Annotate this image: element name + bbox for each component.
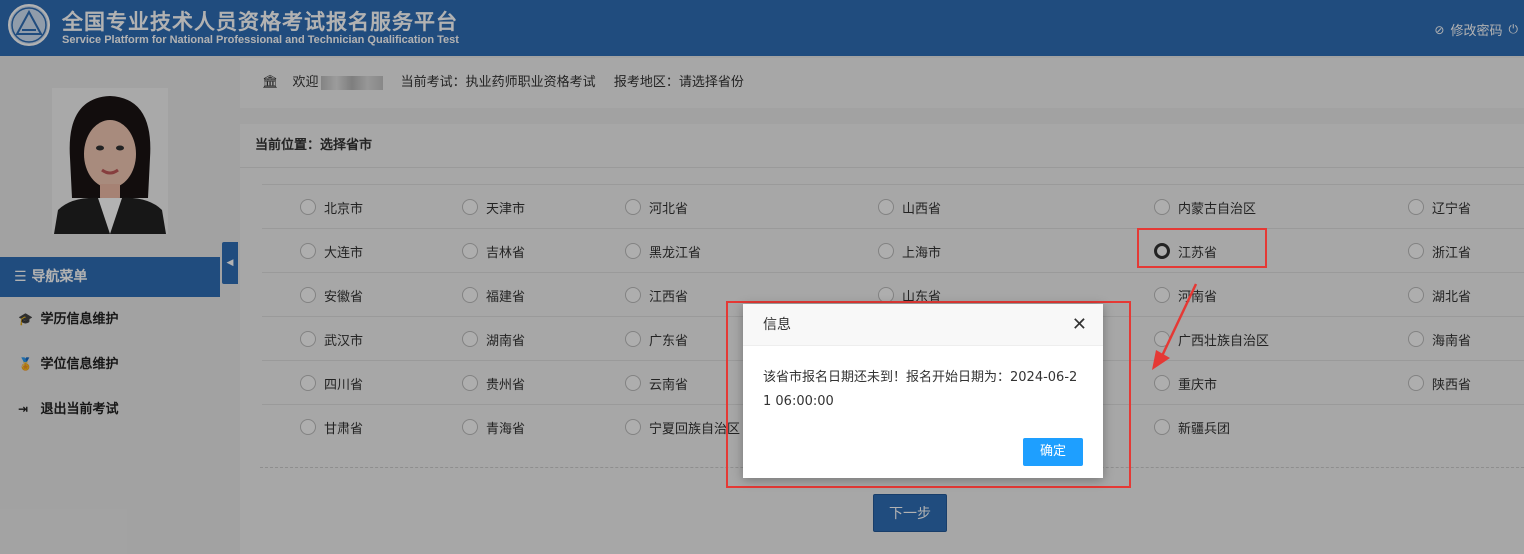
annotation-arrow-icon — [1152, 283, 1198, 370]
info-dialog: 信息 ✕ 该省市报名日期还未到！报名开始日期为：2024-06-21 06:00… — [743, 304, 1103, 478]
dialog-header: 信息 ✕ — [743, 304, 1103, 346]
close-icon[interactable]: ✕ — [1072, 304, 1087, 346]
highlight-box-selected-province — [1137, 228, 1267, 268]
page: 全国专业技术人员资格考试报名服务平台 Service Platform for … — [0, 0, 1524, 554]
dialog-message: 该省市报名日期还未到！报名开始日期为：2024-06-21 06:00:00 — [763, 370, 1078, 409]
confirm-button[interactable]: 确定 — [1023, 438, 1083, 466]
dialog-title: 信息 — [763, 317, 791, 333]
